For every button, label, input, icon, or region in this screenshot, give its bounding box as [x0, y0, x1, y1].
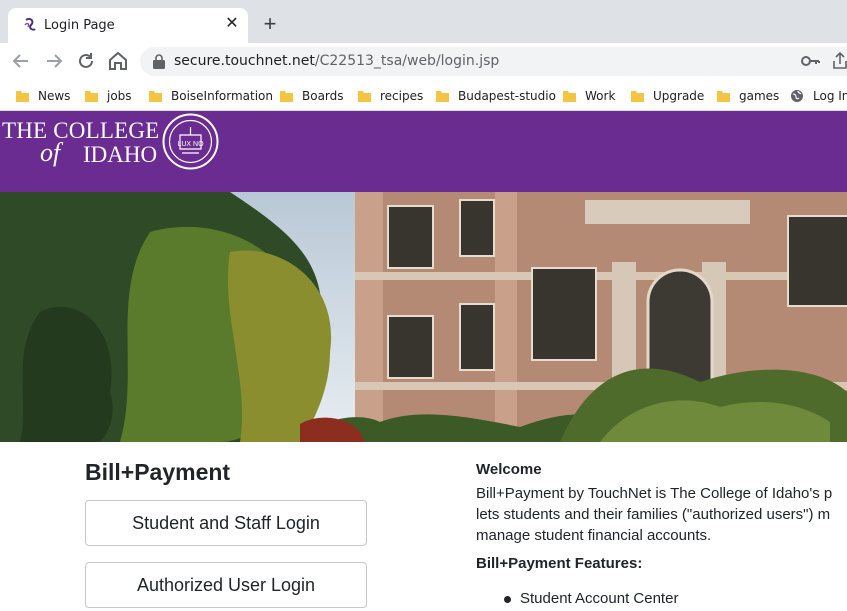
bookmark-label: Boards: [302, 89, 344, 103]
authorized-user-login-button[interactable]: Authorized User Login: [85, 562, 367, 608]
folder-icon: [563, 91, 576, 102]
features-list: Student Account Center: [504, 590, 678, 607]
bookmark-label: recipes: [380, 89, 424, 103]
welcome-heading: Welcome: [476, 461, 542, 478]
folder-icon: [85, 91, 98, 102]
page-title: Bill+Payment: [85, 459, 231, 485]
campus-hero-image: [0, 192, 847, 442]
logo-line1: THE COLLEGE: [2, 118, 160, 143]
bookmark-boards[interactable]: Boards: [280, 85, 344, 107]
bookmark-label: games: [739, 89, 780, 103]
site-header: THE COLLEGE of IDAHO LUX NO: [0, 111, 847, 192]
url-host: secure.touchnet.net: [174, 53, 315, 69]
bookmark-work[interactable]: Work: [563, 85, 615, 107]
bookmark-budapest-studio[interactable]: Budapest-studio: [436, 85, 556, 107]
bookmark-upgrade[interactable]: Upgrade: [631, 85, 704, 107]
seal-text: LUX NO: [177, 141, 204, 148]
features-heading: Bill+Payment Features:: [476, 555, 643, 572]
campus-building-photo: [0, 192, 847, 442]
lock-icon[interactable]: [152, 54, 166, 69]
reload-icon[interactable]: [74, 49, 98, 73]
bookmark-boiseinformation[interactable]: BoiseInformation: [149, 85, 273, 107]
forward-arrow-icon[interactable]: [42, 49, 66, 73]
welcome-line: lets students and their families ("autho…: [476, 506, 831, 523]
bookmark-label: Work: [585, 89, 616, 103]
welcome-line: Bill+Payment by TouchNet is The College …: [476, 485, 833, 502]
bookmark-label: jobs: [107, 89, 132, 103]
folder-icon: [631, 91, 644, 102]
welcome-text: Bill+Payment by TouchNet is The College …: [476, 483, 847, 546]
student-staff-login-button[interactable]: Student and Staff Login: [85, 500, 367, 546]
logo-of: of: [40, 138, 61, 167]
folder-icon: [280, 91, 293, 102]
share-icon[interactable]: [832, 52, 847, 70]
touchnet-favicon-icon: [24, 17, 36, 31]
bookmark-label: Log In: [813, 89, 847, 103]
tab-login-page[interactable]: Login Page ✕: [8, 8, 248, 43]
folder-icon: [16, 91, 29, 102]
home-icon[interactable]: [106, 49, 130, 73]
bookmark-label: Upgrade: [653, 89, 705, 103]
url-path: /C22513_tsa/web/login.jsp: [314, 53, 500, 69]
folder-icon: [149, 91, 162, 102]
bookmark-news[interactable]: News: [16, 85, 70, 107]
bookmarks-bar: News jobs BoiseInformation Boards recipe…: [0, 80, 847, 111]
globe-icon: [791, 90, 803, 102]
bookmark-label: BoiseInformation: [171, 89, 274, 103]
welcome-line: manage student financial accounts.: [476, 527, 712, 544]
list-item: Student Account Center: [504, 590, 678, 607]
bookmark-log-in[interactable]: Log In: [790, 85, 847, 107]
folder-icon: [436, 91, 449, 102]
address-bar[interactable]: secure.touchnet.net/C22513_tsa/web/login…: [140, 47, 847, 76]
bookmark-games[interactable]: games: [717, 85, 779, 107]
url-text[interactable]: secure.touchnet.net/C22513_tsa/web/login…: [174, 53, 499, 69]
logo-line2: IDAHO: [83, 142, 158, 167]
tab-strip: Login Page ✕ +: [0, 0, 847, 43]
tab-title: Login Page: [44, 18, 115, 33]
close-tab-icon[interactable]: ✕: [222, 14, 242, 34]
bookmark-label: Budapest-studio: [458, 89, 556, 103]
key-icon[interactable]: [800, 51, 820, 71]
bookmark-label: News: [38, 89, 71, 103]
bookmark-jobs[interactable]: jobs: [85, 85, 132, 107]
back-arrow-icon[interactable]: [9, 49, 33, 73]
folder-icon: [358, 91, 371, 102]
bookmark-recipes[interactable]: recipes: [358, 85, 423, 107]
college-seal-icon: LUX NO: [162, 113, 219, 170]
main-content: Bill+Payment Student and Staff Login Aut…: [0, 442, 847, 611]
folder-icon: [717, 91, 730, 102]
browser-toolbar: secure.touchnet.net/C22513_tsa/web/login…: [0, 43, 847, 80]
new-tab-icon[interactable]: +: [258, 13, 282, 37]
